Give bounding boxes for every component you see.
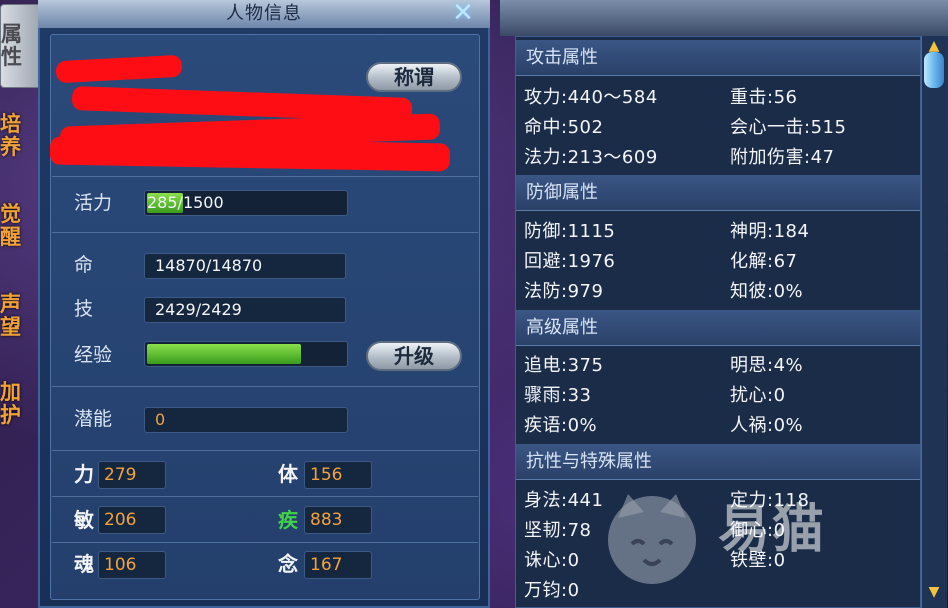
potential-label: 潜能 [74,408,113,430]
title-bar: 人物信息 [38,0,490,28]
resist-section-header: 抗性与特殊属性 [516,444,920,480]
attr-item: 万钧:0 [524,580,580,601]
vitality-bar: 285/1500 [144,190,348,216]
tab-label: 觉醒 [0,202,21,249]
tab-attributes[interactable]: 属性 [0,4,40,88]
attr-item: 追电:375 [524,355,604,376]
attr-item: 回避:1976 [524,251,616,272]
str-value: 279 [98,461,166,489]
attr-item: 疾语:0% [524,415,598,436]
skill-label: 技 [74,298,94,320]
advanced-section-header: 高级属性 [516,310,920,346]
divider [52,496,478,497]
str-label: 力 [74,462,94,486]
attr-item: 会心一击:515 [730,117,847,138]
hp-value: 14870/14870 [144,253,346,279]
attr-item: 扰心:0 [730,385,786,406]
divider [52,232,478,233]
mind-label: 念 [278,552,298,576]
con-value: 156 [304,461,372,489]
skill-value: 2429/2429 [144,297,346,323]
tab-cultivate[interactable]: 培养 [0,96,38,176]
window-title: 人物信息 [226,3,302,24]
scroll-thumb[interactable] [924,52,944,88]
scrollbar[interactable] [921,36,947,608]
con-label: 体 [278,462,298,486]
tab-protection[interactable]: 加护 [0,364,38,444]
side-tabs: 属性 培养 觉醒 声望 加护 [0,0,40,608]
divider [52,542,478,543]
tab-label: 声望 [0,292,21,339]
attr-item: 人祸:0% [730,415,804,436]
soul-value: 106 [98,551,166,579]
spd-label: 疾 [278,508,298,532]
divider [52,386,478,387]
attr-item: 明思:4% [730,355,804,376]
soul-label: 魂 [74,552,94,576]
tab-label: 属性 [1,22,22,69]
mind-value: 167 [304,551,372,579]
attack-section-header: 攻击属性 [516,40,920,76]
vitality-label: 活力 [74,192,113,214]
defense-section-header: 防御属性 [516,175,920,211]
close-icon[interactable]: ✕ [446,0,480,26]
potential-value: 0 [144,407,348,433]
attr-item: 命中:502 [524,117,604,138]
scroll-up-icon[interactable]: ▲ [926,39,942,53]
tab-reputation[interactable]: 声望 [0,276,38,356]
attr-item: 坚韧:78 [524,520,592,541]
attr-item: 防御:1115 [524,221,616,242]
attr-item: 神明:184 [730,221,810,242]
attr-item: 法力:213～609 [524,147,658,168]
exp-fill [147,344,301,364]
attr-item: 重击:56 [730,87,798,108]
upgrade-button[interactable]: 升级 [366,341,462,371]
attr-item: 骤雨:33 [524,385,592,406]
tab-awaken[interactable]: 觉醒 [0,186,38,266]
title-button[interactable]: 称谓 [366,62,462,92]
spd-value: 883 [304,506,372,534]
attr-item: 攻力:440～584 [524,87,658,108]
attr-item: 法防:979 [524,281,604,302]
vitality-current: 285/ [147,193,183,212]
attr-item: 诛心:0 [524,550,580,571]
right-panel-header [500,0,948,36]
tab-label: 培养 [0,112,21,159]
divider [52,176,478,177]
tab-label: 加护 [0,380,21,427]
agi-value: 206 [98,506,166,534]
scroll-down-icon[interactable]: ▼ [926,585,942,599]
attr-item: 身法:441 [524,490,604,511]
attr-item: 附加伤害:47 [730,147,835,168]
hp-label: 命 [74,254,94,276]
attr-item: 知彼:0% [730,281,804,302]
attr-item: 化解:67 [730,251,798,272]
exp-label: 经验 [74,344,113,366]
divider [52,450,478,451]
exp-bar [144,341,348,367]
vitality-max: 1500 [182,193,224,212]
watermark-text: 易猫 [718,500,827,560]
agi-label: 敏 [74,508,94,532]
